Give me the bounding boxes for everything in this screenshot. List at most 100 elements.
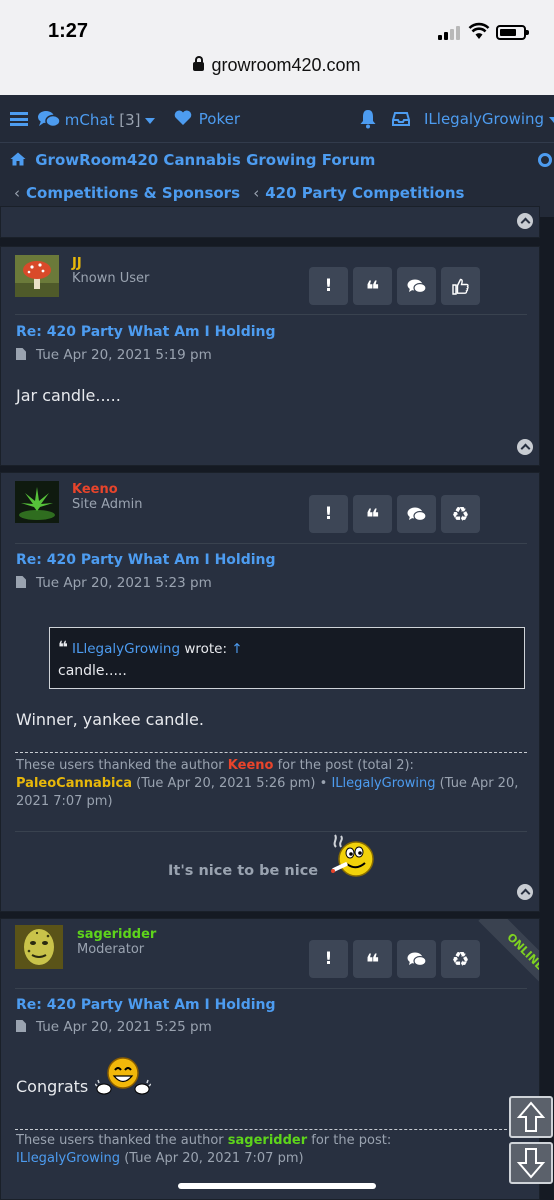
- thanks-time: (Tue Apr 20, 2021 5:26 pm): [136, 776, 316, 791]
- author-name[interactable]: JJ: [72, 256, 82, 271]
- post-title[interactable]: Re: 420 Party What Am I Holding: [16, 324, 276, 340]
- thanks-user[interactable]: ILlegalyGrowing: [16, 1151, 120, 1166]
- address-bar[interactable]: growroom420.com: [0, 55, 554, 76]
- arrow-down-icon: [516, 1148, 546, 1179]
- heart-icon: [174, 110, 192, 125]
- arrow-up-icon: [516, 1101, 546, 1132]
- quote-button[interactable]: ❝: [353, 495, 392, 533]
- thanks-author[interactable]: sageridder: [228, 1133, 307, 1148]
- inbox-icon[interactable]: [392, 111, 410, 127]
- quote-icon: ❝: [365, 504, 380, 532]
- quote-button[interactable]: ❝: [353, 940, 392, 978]
- applause-smiley-icon: [95, 1057, 151, 1095]
- thanks-prefix: These users thanked the author: [16, 1133, 224, 1148]
- report-button[interactable]: !: [309, 267, 348, 305]
- scroll-down-button[interactable]: [509, 1142, 553, 1184]
- post-date-text: Tue Apr 20, 2021 5:25 pm: [36, 1019, 212, 1035]
- post-stub: [0, 206, 540, 238]
- smoking-smiley-icon: [331, 834, 374, 877]
- menu-icon[interactable]: [10, 112, 28, 126]
- report-button[interactable]: !: [309, 940, 348, 978]
- pm-button[interactable]: [397, 267, 436, 305]
- author-name[interactable]: Keeno: [72, 482, 118, 497]
- post-date: Tue Apr 20, 2021 5:19 pm: [16, 347, 212, 363]
- forum-navbar: mChat [3] Poker ILlegalyGrowing GrowRoom…: [0, 95, 554, 217]
- post-body: Jar candle.....: [16, 386, 121, 405]
- user-menu[interactable]: ILlegalyGrowing: [424, 110, 554, 128]
- comments-icon: [407, 507, 427, 522]
- thanks-author[interactable]: Keeno: [228, 758, 274, 773]
- lock-icon: [193, 56, 205, 71]
- thanks-suffix: for the post (total 2):: [277, 758, 414, 773]
- quote-author[interactable]: ILlegalyGrowing: [72, 641, 180, 657]
- author-rank: Site Admin: [72, 497, 143, 512]
- divider: [15, 314, 527, 315]
- post-date: Tue Apr 20, 2021 5:23 pm: [16, 575, 212, 591]
- thanks-user[interactable]: PaleoCannabica: [16, 776, 132, 791]
- thanks-list: These users thanked the author sageridde…: [16, 1132, 528, 1168]
- exclamation-icon: !: [324, 276, 333, 296]
- mchat-link[interactable]: mChat [3]: [38, 110, 156, 129]
- forum-home-link[interactable]: GrowRoom420 Cannabis Growing Forum: [10, 151, 375, 169]
- exclamation-icon: !: [324, 949, 333, 969]
- like-button[interactable]: [441, 267, 480, 305]
- thanks-list: These users thanked the author Keeno for…: [16, 757, 528, 811]
- home-indicator[interactable]: [178, 1183, 376, 1189]
- mchat-label: mChat: [64, 111, 115, 129]
- file-icon: [16, 348, 26, 360]
- chevron-left-icon: ‹: [253, 184, 260, 202]
- pm-button[interactable]: [397, 495, 436, 533]
- post-date-text: Tue Apr 20, 2021 5:19 pm: [36, 347, 212, 363]
- author-name[interactable]: sageridder: [77, 927, 156, 942]
- url-text: growroom420.com: [211, 55, 361, 75]
- breadcrumb-item[interactable]: 420 Party Competitions: [265, 184, 464, 202]
- quote-header: ❝ ILlegalyGrowing wrote: ↑: [58, 638, 243, 658]
- nav-row: mChat [3] Poker ILlegalyGrowing: [0, 95, 554, 143]
- report-button[interactable]: !: [309, 495, 348, 533]
- comments-icon: [407, 279, 427, 294]
- quote-button[interactable]: ❝: [353, 267, 392, 305]
- chevron-down-icon: [549, 116, 554, 123]
- quote-icon: ❝: [365, 949, 380, 977]
- thanks-user[interactable]: ILlegalyGrowing: [331, 776, 435, 791]
- quote-icon: ❝: [365, 276, 380, 304]
- avatar: [15, 481, 59, 523]
- quote-icon: ❝: [58, 638, 68, 658]
- recycle-button[interactable]: ♻: [441, 940, 480, 978]
- post-body: Winner, yankee candle.: [16, 710, 204, 729]
- username: ILlegalyGrowing: [424, 110, 545, 128]
- divider: [15, 543, 527, 544]
- clock: 1:27: [48, 20, 89, 42]
- search-icon[interactable]: [538, 153, 552, 167]
- breadcrumb-item[interactable]: Competitions & Sponsors: [26, 184, 240, 202]
- scroll-up-button[interactable]: [509, 1096, 553, 1138]
- battery-icon: [496, 25, 529, 40]
- back-to-top-icon[interactable]: [517, 213, 533, 229]
- quote-jump-arrow[interactable]: ↑: [231, 641, 242, 657]
- recycle-button[interactable]: ♻: [441, 495, 480, 533]
- post: JJ Known User ! ❝ Re: 420 Party What Am …: [0, 246, 540, 466]
- bell-icon[interactable]: [359, 109, 377, 129]
- thanks-prefix: These users thanked the author: [16, 758, 224, 773]
- status-bar: 1:27 growroom420.com: [0, 0, 554, 95]
- avatar: [15, 925, 63, 969]
- cellular-signal-icon: [438, 26, 460, 40]
- post: Keeno Site Admin ! ❝ ♻ Re: 420 Party Wha…: [0, 472, 540, 912]
- post-title[interactable]: Re: 420 Party What Am I Holding: [16, 997, 276, 1013]
- poker-link[interactable]: Poker: [174, 110, 240, 128]
- post-date: Tue Apr 20, 2021 5:25 pm: [16, 1019, 212, 1035]
- thumbs-up-icon: [452, 278, 469, 295]
- avatar: [15, 255, 59, 297]
- file-icon: [16, 1020, 26, 1032]
- divider: [15, 752, 527, 753]
- pm-button[interactable]: [397, 940, 436, 978]
- thanks-suffix: for the post:: [311, 1133, 392, 1148]
- post-body: Congrats: [16, 1077, 89, 1096]
- home-icon: [10, 152, 26, 166]
- quote-block: ❝ ILlegalyGrowing wrote: ↑ candle.....: [49, 627, 525, 689]
- chevron-left-icon: ‹: [14, 184, 20, 202]
- chat-bubbles-icon: [38, 111, 61, 128]
- post-title[interactable]: Re: 420 Party What Am I Holding: [16, 552, 276, 568]
- back-to-top-icon[interactable]: [517, 439, 533, 455]
- back-to-top-icon[interactable]: [517, 884, 533, 900]
